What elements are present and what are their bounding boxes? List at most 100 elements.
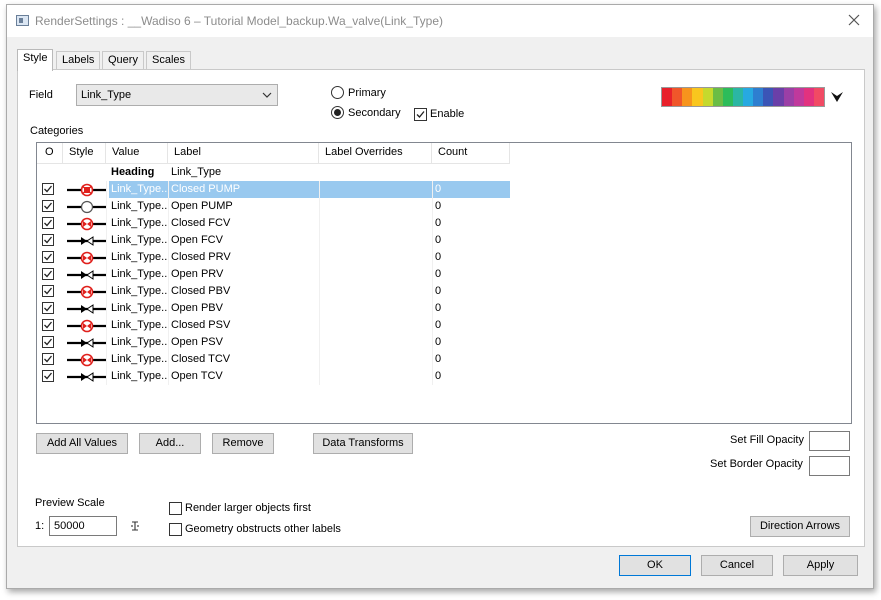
row-label-override[interactable] <box>322 317 430 334</box>
categories-grid[interactable]: O Style Value Label Label Overrides Coun… <box>36 142 852 424</box>
ramp-dropdown-arrow-icon[interactable] <box>830 90 844 104</box>
geometry-obstructs-label: Geometry obstructs other labels <box>185 523 341 535</box>
field-dropdown[interactable]: Link_Type <box>76 84 278 106</box>
row-label-override[interactable] <box>322 198 430 215</box>
row-label-override[interactable] <box>322 351 430 368</box>
row-count: 0 <box>435 285 442 297</box>
row-label-override[interactable] <box>322 334 430 351</box>
pump-open-symbol-icon[interactable] <box>65 199 109 215</box>
row-label-override[interactable] <box>322 232 430 249</box>
row-visible-checkbox[interactable] <box>42 285 54 297</box>
direction-arrows-button[interactable]: Direction Arrows <box>750 516 850 537</box>
preview-scale-input[interactable]: 50000 <box>49 516 117 536</box>
valve-closed-symbol-icon[interactable] <box>65 318 109 334</box>
border-opacity-input[interactable] <box>809 456 850 476</box>
row-label[interactable]: Open PSV <box>171 334 316 351</box>
valve-open-symbol-icon[interactable] <box>65 267 109 283</box>
valve-open-symbol-icon[interactable] <box>65 335 109 351</box>
column-header-style[interactable]: Style <box>63 143 106 164</box>
ok-button[interactable]: OK <box>619 555 691 576</box>
tab-query[interactable]: Query <box>102 51 144 70</box>
enable-checkbox[interactable] <box>414 108 427 121</box>
row-visible-checkbox[interactable] <box>42 251 54 263</box>
column-header-label-overrides[interactable]: Label Overrides <box>319 143 432 164</box>
category-row[interactable]: Link_Type... Closed PUMP 0 <box>37 181 510 198</box>
category-row[interactable]: Link_Type... Open PRV 0 <box>37 266 510 283</box>
row-label[interactable]: Open PUMP <box>171 198 316 215</box>
row-label-override[interactable] <box>322 300 430 317</box>
category-row[interactable]: Link_Type... Open TCV 0 <box>37 368 510 385</box>
category-row[interactable]: Link_Type... Closed PSV 0 <box>37 317 510 334</box>
apply-button[interactable]: Apply <box>783 555 858 576</box>
valve-closed-symbol-icon[interactable] <box>65 284 109 300</box>
row-visible-checkbox[interactable] <box>42 336 54 348</box>
grid-separator <box>168 351 169 368</box>
add-button[interactable]: Add... <box>139 433 201 454</box>
scale-lock-icon[interactable] <box>130 521 140 531</box>
row-label[interactable]: Open PBV <box>171 300 316 317</box>
render-larger-checkbox[interactable] <box>169 502 182 515</box>
color-ramp[interactable] <box>661 87 825 107</box>
category-row[interactable]: Link_Type... Closed FCV 0 <box>37 215 510 232</box>
geometry-obstructs-checkbox[interactable] <box>169 523 182 536</box>
column-header-count[interactable]: Count <box>432 143 510 164</box>
tab-scales[interactable]: Scales <box>146 51 192 70</box>
row-label-override[interactable] <box>322 266 430 283</box>
close-icon[interactable] <box>845 11 863 29</box>
row-label-override[interactable] <box>322 249 430 266</box>
row-label[interactable]: Open PRV <box>171 266 316 283</box>
row-label[interactable]: Closed PUMP <box>171 181 316 198</box>
row-visible-checkbox[interactable] <box>42 200 54 212</box>
column-header-label[interactable]: Label <box>168 143 319 164</box>
valve-closed-symbol-icon[interactable] <box>65 352 109 368</box>
valve-closed-symbol-icon[interactable] <box>65 216 109 232</box>
row-label-override[interactable] <box>322 181 430 198</box>
row-label[interactable]: Closed PSV <box>171 317 316 334</box>
secondary-radio[interactable] <box>331 106 344 119</box>
row-label-override[interactable] <box>322 368 430 385</box>
valve-open-symbol-icon[interactable] <box>65 369 109 385</box>
row-visible-checkbox[interactable] <box>42 302 54 314</box>
fill-opacity-input[interactable] <box>809 431 850 451</box>
remove-button[interactable]: Remove <box>212 433 274 454</box>
row-label-override[interactable] <box>322 283 430 300</box>
row-count: 0 <box>435 319 442 331</box>
primary-radio[interactable] <box>331 86 344 99</box>
tab-style[interactable]: Style <box>17 49 54 71</box>
row-label[interactable]: Open FCV <box>171 232 316 249</box>
tab-labels[interactable]: Labels <box>56 51 101 70</box>
valve-closed-symbol-icon[interactable] <box>65 250 109 266</box>
row-visible-checkbox[interactable] <box>42 370 54 382</box>
row-visible-checkbox[interactable] <box>42 234 54 246</box>
row-label-override[interactable] <box>322 215 430 232</box>
grid-separator <box>319 368 320 385</box>
add-all-values-button[interactable]: Add All Values <box>36 433 128 454</box>
row-visible-checkbox[interactable] <box>42 268 54 280</box>
row-label[interactable]: Closed TCV <box>171 351 316 368</box>
row-visible-checkbox[interactable] <box>42 183 54 195</box>
border-opacity-label: Set Border Opacity <box>710 458 803 470</box>
row-visible-checkbox[interactable] <box>42 217 54 229</box>
category-row[interactable]: Link_Type... Open PSV 0 <box>37 334 510 351</box>
row-label[interactable]: Open TCV <box>171 368 316 385</box>
grid-separator <box>106 198 107 215</box>
cancel-button[interactable]: Cancel <box>701 555 773 576</box>
data-transforms-button[interactable]: Data Transforms <box>313 433 413 454</box>
row-label[interactable]: Closed PBV <box>171 283 316 300</box>
row-visible-checkbox[interactable] <box>42 319 54 331</box>
category-row[interactable]: Link_Type... Closed PRV 0 <box>37 249 510 266</box>
row-label[interactable]: Closed PRV <box>171 249 316 266</box>
category-row[interactable]: Link_Type... Closed TCV 0 <box>37 351 510 368</box>
category-row[interactable]: Link_Type... Open PBV 0 <box>37 300 510 317</box>
grid-separator <box>168 215 169 232</box>
valve-open-symbol-icon[interactable] <box>65 233 109 249</box>
row-label[interactable]: Closed FCV <box>171 215 316 232</box>
column-header-value[interactable]: Value <box>106 143 168 164</box>
category-row[interactable]: Link_Type... Closed PBV 0 <box>37 283 510 300</box>
valve-open-symbol-icon[interactable] <box>65 301 109 317</box>
row-visible-checkbox[interactable] <box>42 353 54 365</box>
category-row[interactable]: Link_Type... Open FCV 0 <box>37 232 510 249</box>
category-row[interactable]: Link_Type... Open PUMP 0 <box>37 198 510 215</box>
column-header-o[interactable]: O <box>37 143 63 164</box>
pump-closed-symbol-icon[interactable] <box>65 182 109 198</box>
